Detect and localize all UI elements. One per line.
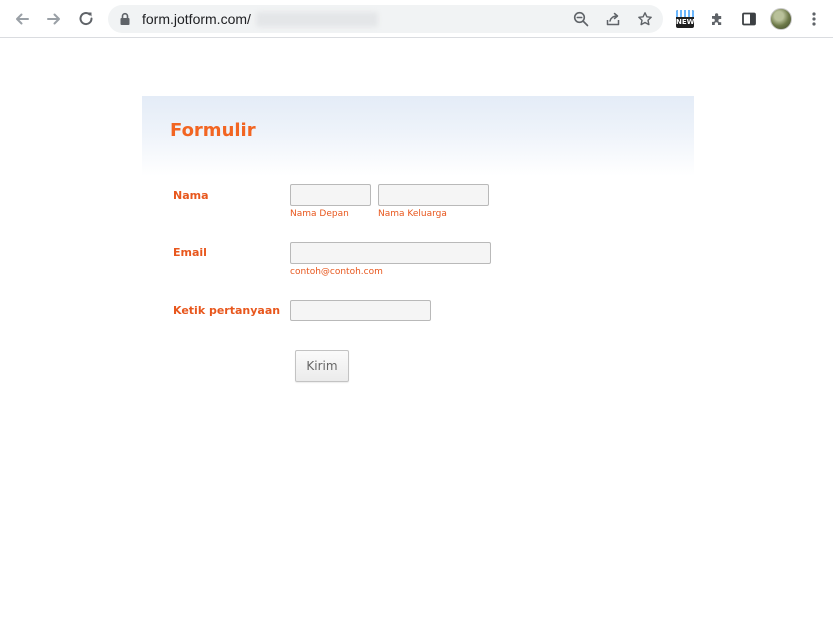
last-name-sublabel: Nama Keluarga xyxy=(378,209,447,219)
name-label: Nama xyxy=(173,189,209,202)
browser-toolbar: form.jotform.com/ NEW xyxy=(0,0,833,38)
email-sublabel: contoh@contoh.com xyxy=(290,267,383,277)
profile-avatar[interactable] xyxy=(770,8,792,30)
email-label: Email xyxy=(173,246,207,259)
share-icon[interactable] xyxy=(603,9,623,29)
form-header: Formulir xyxy=(142,96,694,176)
side-panel-icon[interactable] xyxy=(737,7,761,31)
first-name-sublabel: Nama Depan xyxy=(290,209,349,219)
puzzle-icon[interactable] xyxy=(705,7,729,31)
url-text: form.jotform.com/ xyxy=(142,11,251,27)
reload-icon[interactable] xyxy=(74,7,98,31)
back-icon[interactable] xyxy=(10,7,34,31)
first-name-input[interactable] xyxy=(290,184,371,206)
forward-icon[interactable] xyxy=(42,7,66,31)
last-name-input[interactable] xyxy=(378,184,489,206)
question-label: Ketik pertanyaan xyxy=(173,304,281,317)
submit-button[interactable]: Kirim xyxy=(295,350,349,382)
lock-icon[interactable] xyxy=(119,12,131,31)
extension-badge-label: NEW xyxy=(676,18,694,26)
more-menu-icon[interactable] xyxy=(802,7,826,31)
extension-stripe xyxy=(676,10,694,17)
extension-new-icon[interactable]: NEW xyxy=(676,10,694,28)
address-bar[interactable]: form.jotform.com/ xyxy=(108,5,663,33)
url-path-redacted xyxy=(256,12,378,27)
question-input[interactable] xyxy=(290,300,431,321)
zoom-out-icon[interactable] xyxy=(571,9,591,29)
email-input[interactable] xyxy=(290,242,491,264)
form-title: Formulir xyxy=(170,120,256,141)
bookmark-star-icon[interactable] xyxy=(635,9,655,29)
